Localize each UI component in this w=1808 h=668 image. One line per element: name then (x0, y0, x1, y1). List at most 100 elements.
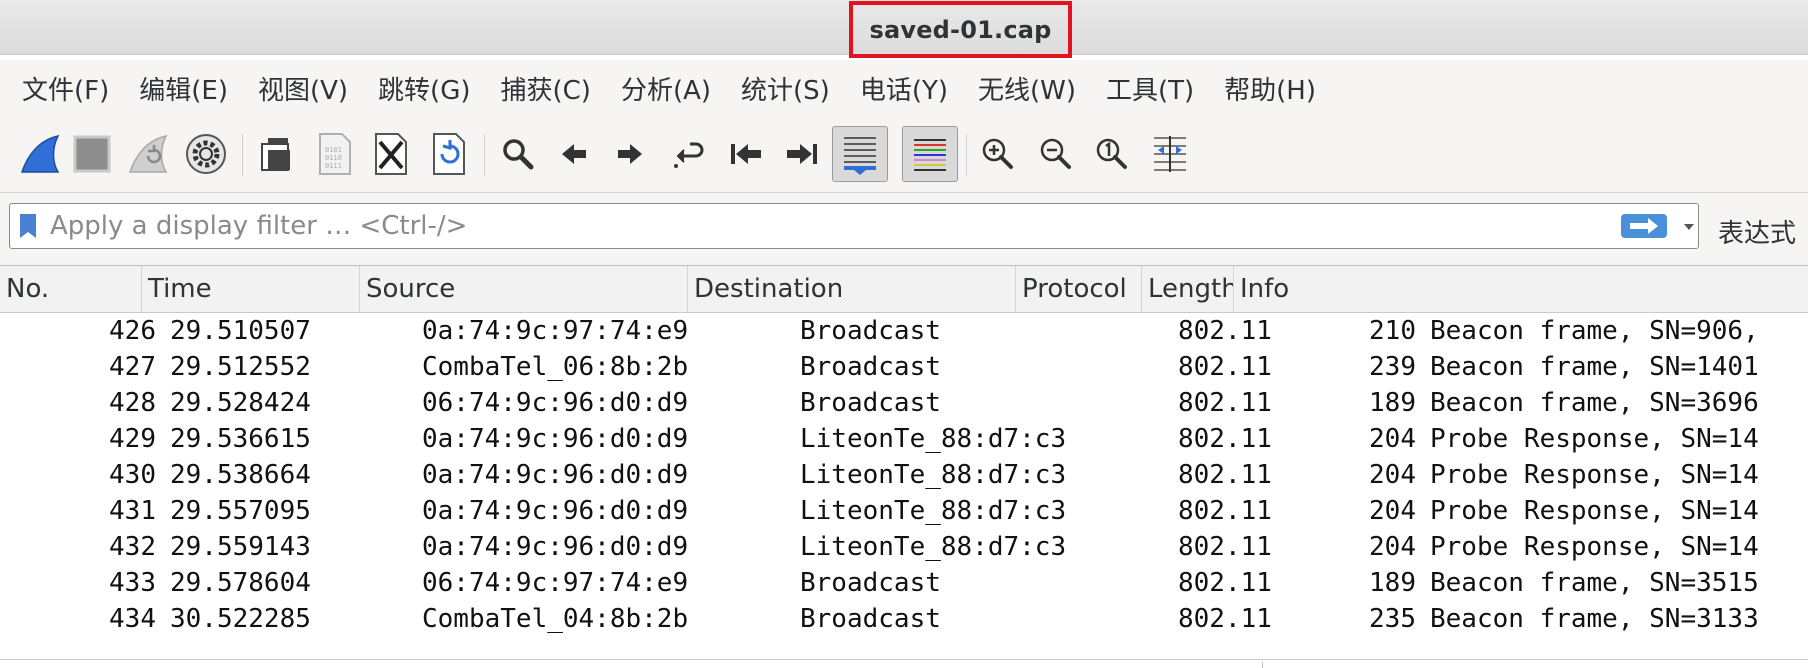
menu-view[interactable]: 视图(V) (258, 70, 348, 107)
column-header-protocol[interactable]: Protocol (1016, 266, 1142, 312)
column-header-length[interactable]: Length (1142, 266, 1234, 312)
packet-rows: 426 29.510507 0a:74:9c:97:74:e9 Broadcast 80… (0, 313, 1808, 637)
packet-destination: LiteonTe_88:d7:c3 (800, 532, 1067, 562)
reload-file-icon (433, 133, 465, 175)
column-header-no[interactable]: No. (0, 266, 142, 312)
column-header-time[interactable]: Time (142, 266, 360, 312)
menu-tools[interactable]: 工具(T) (1106, 70, 1194, 107)
title-bar: saved-01.cap (0, 0, 1808, 58)
packet-length: 189 (1369, 568, 1416, 598)
packet-no: 431 (109, 496, 156, 526)
arrow-right-icon (618, 144, 642, 164)
horizontal-scrollbar-tick (1262, 662, 1263, 668)
restart-capture-button[interactable] (120, 126, 176, 182)
shark-fin-icon (20, 134, 60, 173)
menu-statistics[interactable]: 统计(S) (741, 70, 830, 107)
jump-arrow-icon (674, 142, 704, 168)
packet-info: Beacon frame, SN=3133 (1430, 604, 1759, 634)
menu-file[interactable]: 文件(F) (22, 70, 109, 107)
table-row[interactable]: 433 29.578604 06:74:9c:97:74:e9 Broadcast 80… (0, 565, 1808, 601)
normal-size-button[interactable] (1084, 126, 1140, 182)
bookmark-icon[interactable] (17, 212, 39, 240)
arrow-left-icon (562, 144, 586, 164)
packet-info: Beacon frame, SN=906, (1430, 316, 1759, 346)
packet-info: Probe Response, SN=14 (1430, 532, 1759, 562)
packet-source: 0a:74:9c:96:d0:d9 (422, 424, 689, 454)
svg-text:0111: 0111 (325, 162, 342, 170)
close-file-button[interactable] (362, 126, 418, 182)
menu-go[interactable]: 跳转(G) (378, 70, 470, 107)
packet-protocol: 802.11 (1178, 532, 1272, 562)
find-packet-button[interactable] (490, 126, 546, 182)
packet-time: 30.522285 (170, 604, 311, 634)
colorize-lines-icon (914, 139, 946, 171)
reload-file-button[interactable] (420, 126, 476, 182)
packet-info: Beacon frame, SN=1401 (1430, 352, 1759, 382)
packet-length: 204 (1369, 496, 1416, 526)
packet-protocol: 802.11 (1178, 604, 1272, 634)
menu-analyze[interactable]: 分析(A) (621, 70, 711, 107)
main-toolbar: 0101 0110 0111 (0, 116, 1808, 193)
table-row[interactable]: 429 29.536615 0a:74:9c:96:d0:d9 LiteonTe_88… (0, 421, 1808, 457)
menu-telephony[interactable]: 电话(Y) (860, 70, 948, 107)
resize-columns-button[interactable] (1142, 126, 1198, 182)
packet-info: Probe Response, SN=14 (1430, 424, 1759, 454)
zoom-out-icon (1040, 138, 1071, 169)
display-filter-input[interactable] (50, 208, 1570, 244)
go-first-button[interactable] (718, 126, 774, 182)
auto-scroll-icon (844, 137, 876, 175)
packet-destination: Broadcast (800, 352, 941, 382)
zoom-in-button[interactable] (970, 126, 1026, 182)
column-header-destination[interactable]: Destination (688, 266, 1016, 312)
stop-capture-button[interactable] (64, 126, 120, 182)
packet-source: 06:74:9c:97:74:e9 (422, 568, 689, 598)
packet-source: CombaTel_04:8b:2b (422, 604, 689, 634)
first-packet-icon (731, 144, 761, 164)
go-to-packet-button[interactable] (660, 126, 716, 182)
table-row[interactable]: 431 29.557095 0a:74:9c:96:d0:d9 LiteonTe_88… (0, 493, 1808, 529)
close-file-icon (375, 133, 407, 175)
packet-time: 29.557095 (170, 496, 311, 526)
window-title: saved-01.cap (869, 15, 1052, 44)
display-filter-box (9, 203, 1699, 249)
save-file-button[interactable]: 0101 0110 0111 (306, 126, 362, 182)
table-row[interactable]: 427 29.512552 CombaTel_06:8b:2b Broadcast 80… (0, 349, 1808, 385)
zoom-out-button[interactable] (1028, 126, 1084, 182)
menu-bar: 文件(F) 编辑(E) 视图(V) 跳转(G) 捕获(C) 分析(A) 统计(S… (0, 60, 1808, 117)
table-row[interactable]: 430 29.538664 0a:74:9c:96:d0:d9 LiteonTe_88… (0, 457, 1808, 493)
packet-protocol: 802.11 (1178, 496, 1272, 526)
table-row[interactable]: 426 29.510507 0a:74:9c:97:74:e9 Broadcast 80… (0, 313, 1808, 349)
table-row[interactable]: 434 30.522285 CombaTel_04:8b:2b Broadcast 80… (0, 601, 1808, 637)
go-back-button[interactable] (546, 126, 602, 182)
menu-edit[interactable]: 编辑(E) (139, 70, 228, 107)
svg-text:0101: 0101 (325, 146, 342, 154)
menu-capture[interactable]: 捕获(C) (500, 70, 590, 107)
apply-filter-arrow-icon[interactable] (1620, 213, 1668, 239)
menu-help[interactable]: 帮助(H) (1224, 70, 1316, 107)
go-forward-button[interactable] (602, 126, 658, 182)
go-last-button[interactable] (774, 126, 830, 182)
start-capture-button[interactable] (12, 126, 68, 182)
open-file-icon (261, 138, 290, 171)
table-row[interactable]: 432 29.559143 0a:74:9c:96:d0:d9 LiteonTe_88… (0, 529, 1808, 565)
packet-time: 29.536615 (170, 424, 311, 454)
search-icon (503, 139, 534, 170)
toolbar-separator (242, 134, 243, 176)
expression-button[interactable]: 表达式 (1718, 213, 1796, 250)
packet-info: Beacon frame, SN=3696 (1430, 388, 1759, 418)
filter-history-dropdown-icon[interactable] (1682, 222, 1696, 232)
menu-wireless[interactable]: 无线(W) (978, 70, 1076, 107)
column-header-info[interactable]: Info (1234, 266, 1808, 312)
packet-no: 428 (109, 388, 156, 418)
packet-length: 210 (1369, 316, 1416, 346)
packet-source: CombaTel_06:8b:2b (422, 352, 689, 382)
capture-options-button[interactable] (178, 126, 234, 182)
packet-length: 204 (1369, 532, 1416, 562)
colorize-button[interactable] (902, 126, 958, 182)
open-file-button[interactable] (248, 126, 304, 182)
table-row[interactable]: 428 29.528424 06:74:9c:96:d0:d9 Broadcast 80… (0, 385, 1808, 421)
packet-info: Probe Response, SN=14 (1430, 496, 1759, 526)
column-header-source[interactable]: Source (360, 266, 688, 312)
zoom-normal-icon (1096, 138, 1127, 169)
auto-scroll-button[interactable] (832, 126, 888, 182)
